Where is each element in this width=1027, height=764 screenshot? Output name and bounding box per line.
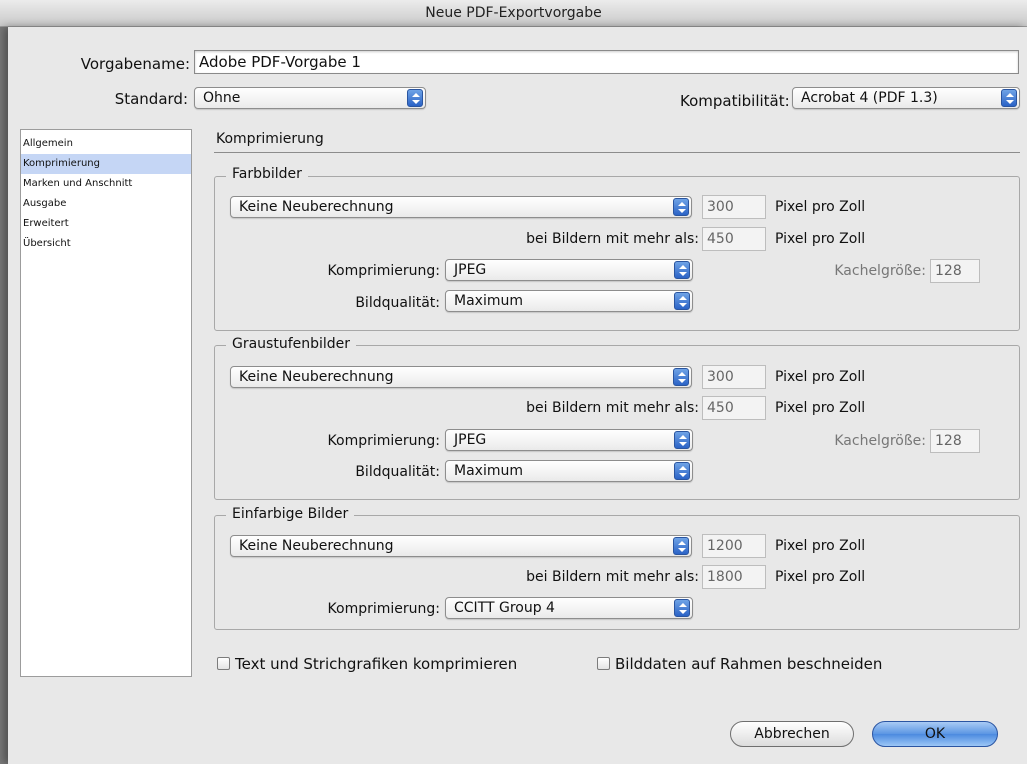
chevron-updown-icon <box>674 431 690 449</box>
preset-name-input[interactable]: Adobe PDF-Vorgabe 1 <box>194 50 1019 74</box>
gray-compression-value: JPEG <box>454 432 487 448</box>
window-title: Neue PDF-Exportvorgabe <box>0 0 1027 27</box>
gray-above-unit: Pixel pro Zoll <box>775 400 866 416</box>
color-compression-value: JPEG <box>454 262 487 278</box>
gray-ppi-field[interactable]: 300 <box>702 365 766 389</box>
color-images-title: Farbbilder <box>226 166 308 182</box>
color-above-label: bei Bildern mit mehr als: <box>526 231 699 247</box>
mono-compression-select[interactable]: CCITT Group 4 <box>445 597 693 619</box>
chevron-updown-icon <box>407 89 423 107</box>
color-quality-label: Bildqualität: <box>355 295 440 311</box>
mono-above-field[interactable]: 1800 <box>702 565 766 589</box>
gray-resample-value: Keine Neuberechnung <box>239 369 394 385</box>
standard-label: Standard: <box>114 90 188 108</box>
gray-above-field[interactable]: 450 <box>702 396 766 420</box>
color-resample-value: Keine Neuberechnung <box>239 199 394 215</box>
gray-tile-field[interactable]: 128 <box>930 429 980 453</box>
mono-above-unit: Pixel pro Zoll <box>775 569 866 585</box>
compatibility-select-value: Acrobat 4 (PDF 1.3) <box>801 90 938 106</box>
crop-images-checkbox[interactable] <box>597 657 610 670</box>
category-list: Allgemein Komprimierung Marken und Ansch… <box>20 129 192 677</box>
color-tile-label: Kachelgröße: <box>834 263 926 279</box>
window-edge <box>0 27 8 764</box>
color-tile-field[interactable]: 128 <box>930 259 980 283</box>
color-above-unit: Pixel pro Zoll <box>775 231 866 247</box>
chevron-updown-icon <box>674 599 690 617</box>
ok-button[interactable]: OK <box>872 721 998 747</box>
preset-name-label: Vorgabename: <box>80 55 190 73</box>
compatibility-select[interactable]: Acrobat 4 (PDF 1.3) <box>792 87 1020 109</box>
gray-quality-label: Bildqualität: <box>355 464 440 480</box>
color-compression-select[interactable]: JPEG <box>445 259 693 281</box>
section-divider <box>214 152 1020 153</box>
compress-text-checkbox[interactable] <box>217 657 230 670</box>
gray-compression-label: Komprimierung: <box>327 433 440 449</box>
mono-resample-select[interactable]: Keine Neuberechnung <box>230 535 692 557</box>
sidebar-item-erweitert[interactable]: Erweitert <box>21 214 191 234</box>
gray-resample-select[interactable]: Keine Neuberechnung <box>230 366 692 388</box>
chevron-updown-icon <box>674 462 690 480</box>
chevron-updown-icon <box>673 537 689 555</box>
color-ppi-field[interactable]: 300 <box>702 195 766 219</box>
color-above-field[interactable]: 450 <box>702 227 766 251</box>
compatibility-label: Kompatibilität: <box>680 92 790 110</box>
standard-select[interactable]: Ohne <box>194 87 426 109</box>
color-resample-select[interactable]: Keine Neuberechnung <box>230 196 692 218</box>
standard-select-value: Ohne <box>203 90 241 106</box>
sidebar-item-uebersicht[interactable]: Übersicht <box>21 234 191 254</box>
gray-above-label: bei Bildern mit mehr als: <box>526 400 699 416</box>
color-ppi-unit: Pixel pro Zoll <box>775 199 866 215</box>
cancel-button[interactable]: Abbrechen <box>730 721 854 747</box>
gray-quality-select[interactable]: Maximum <box>445 460 693 482</box>
mono-compression-label: Komprimierung: <box>327 601 440 617</box>
sidebar-item-allgemein[interactable]: Allgemein <box>21 134 191 154</box>
gray-tile-label: Kachelgröße: <box>834 433 926 449</box>
sidebar-item-marken-und-anschnitt[interactable]: Marken und Anschnitt <box>21 174 191 194</box>
color-quality-value: Maximum <box>454 293 523 309</box>
gray-quality-value: Maximum <box>454 463 523 479</box>
compress-text-label[interactable]: Text und Strichgrafiken komprimieren <box>235 655 517 673</box>
chevron-updown-icon <box>674 292 690 310</box>
chevron-updown-icon <box>1001 89 1017 107</box>
dialog-window: Neue PDF-Exportvorgabe Vorgabename: Adob… <box>0 0 1027 764</box>
sidebar-item-ausgabe[interactable]: Ausgabe <box>21 194 191 214</box>
mono-resample-value: Keine Neuberechnung <box>239 538 394 554</box>
crop-images-label[interactable]: Bilddaten auf Rahmen beschneiden <box>615 655 882 673</box>
gray-ppi-unit: Pixel pro Zoll <box>775 369 866 385</box>
mono-ppi-field[interactable]: 1200 <box>702 534 766 558</box>
mono-above-label: bei Bildern mit mehr als: <box>526 569 699 585</box>
chevron-updown-icon <box>674 261 690 279</box>
chevron-updown-icon <box>673 368 689 386</box>
color-quality-select[interactable]: Maximum <box>445 290 693 312</box>
sidebar-item-komprimierung[interactable]: Komprimierung <box>21 154 191 174</box>
monochrome-images-title: Einfarbige Bilder <box>226 506 355 522</box>
color-compression-label: Komprimierung: <box>327 263 440 279</box>
mono-compression-value: CCITT Group 4 <box>454 600 555 616</box>
section-title: Komprimierung <box>216 131 324 147</box>
chevron-updown-icon <box>673 198 689 216</box>
mono-ppi-unit: Pixel pro Zoll <box>775 538 866 554</box>
gray-compression-select[interactable]: JPEG <box>445 429 693 451</box>
grayscale-images-title: Graustufenbilder <box>226 336 357 352</box>
